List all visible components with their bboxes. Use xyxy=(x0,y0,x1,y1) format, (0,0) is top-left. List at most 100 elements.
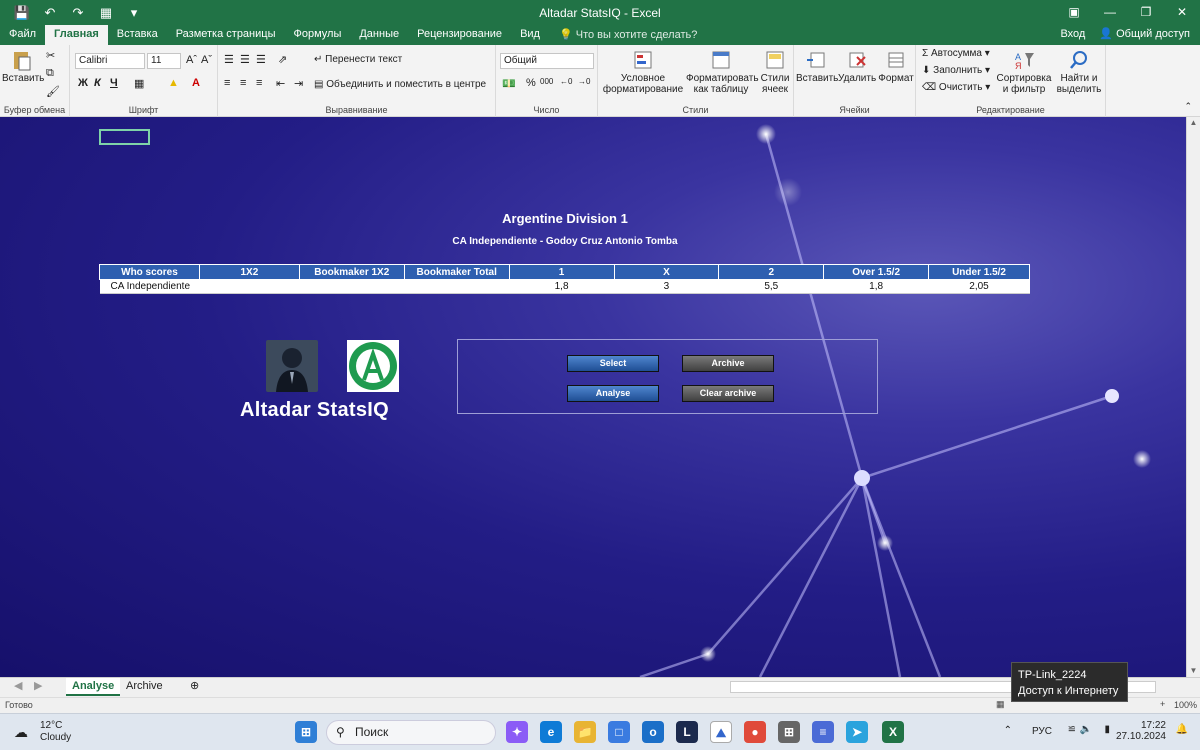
telegram-icon[interactable]: ➤ xyxy=(846,721,868,743)
header-who-scores[interactable]: Who scores xyxy=(99,264,200,280)
grow-font-icon[interactable]: Aˆ xyxy=(186,54,197,66)
cut-icon[interactable]: ✂ xyxy=(46,49,55,62)
number-format-select[interactable]: Общий xyxy=(500,53,594,69)
store-icon[interactable]: □ xyxy=(608,721,630,743)
excel-icon[interactable]: X xyxy=(882,721,904,743)
login-link[interactable]: Вход xyxy=(1060,25,1085,44)
borders-icon[interactable]: ▦ xyxy=(134,77,144,90)
customize-toolbar-icon[interactable]: ▾ xyxy=(122,5,146,21)
header-2[interactable]: 2 xyxy=(718,264,825,280)
sheet-tab-archive[interactable]: Archive xyxy=(120,678,169,696)
clear-button[interactable]: ⌫ Очистить ▾ xyxy=(922,82,990,93)
cell-under[interactable]: 2,05 xyxy=(928,279,1030,294)
collapse-ribbon-icon[interactable]: ⌃ xyxy=(1184,101,1192,112)
increase-indent-icon[interactable]: ⇥ xyxy=(294,77,303,90)
orientation-icon[interactable]: ⇗ xyxy=(278,53,287,66)
tab-formulas[interactable]: Формулы xyxy=(284,25,350,45)
align-center-icon[interactable]: ≡ xyxy=(240,77,246,89)
underline-button[interactable]: Ч xyxy=(110,77,118,89)
form-icon[interactable]: ▦ xyxy=(94,5,118,21)
header-under[interactable]: Under 1.5/2 xyxy=(928,264,1030,280)
show-hidden-icon[interactable]: ⌃ xyxy=(1004,725,1012,736)
tab-review[interactable]: Рецензирование xyxy=(408,25,511,45)
tab-view[interactable]: Вид xyxy=(511,25,549,45)
currency-icon[interactable]: 💵 xyxy=(502,77,516,90)
clear-archive-button[interactable]: Clear archive xyxy=(682,385,774,402)
align-left-icon[interactable]: ≡ xyxy=(224,77,230,89)
tab-file[interactable]: Файл xyxy=(0,25,45,45)
wrap-text-button[interactable]: ↵ Перенести текст xyxy=(314,54,402,65)
selected-cell[interactable] xyxy=(99,129,150,145)
fill-color-icon[interactable]: ▲ xyxy=(168,77,179,89)
tab-data[interactable]: Данные xyxy=(350,25,408,45)
file-explorer-icon[interactable]: 📁 xyxy=(574,721,596,743)
minimize-icon[interactable]: — xyxy=(1092,0,1128,25)
delete-cells-button[interactable]: Удалить xyxy=(838,49,876,84)
header-over[interactable]: Over 1.5/2 xyxy=(823,264,930,280)
header-bookmaker-1x2[interactable]: Bookmaker 1X2 xyxy=(298,264,405,280)
copy-icon[interactable]: ⧉ xyxy=(46,67,54,80)
calculator-icon[interactable]: ⊞ xyxy=(778,721,800,743)
paste-button[interactable]: Вставить xyxy=(2,49,44,84)
header-1[interactable]: 1 xyxy=(508,264,615,280)
notepad-icon[interactable]: ≡ xyxy=(812,721,834,743)
tab-scroll-left-icon[interactable]: ◀ xyxy=(8,678,28,696)
align-top-icon[interactable]: ☰ xyxy=(224,53,234,66)
archive-button[interactable]: Archive xyxy=(682,355,774,372)
analyse-button[interactable]: Analyse xyxy=(567,385,659,402)
wifi-icon[interactable]: ≌ xyxy=(1068,724,1076,735)
search-box[interactable]: ⚲ Поиск xyxy=(326,720,496,745)
outlook-icon[interactable]: o xyxy=(642,721,664,743)
zoom-in-icon[interactable]: + xyxy=(1160,699,1165,709)
fill-button[interactable]: ⬇ Заполнить ▾ xyxy=(922,65,990,76)
scroll-up-icon[interactable]: ▲ xyxy=(1187,117,1200,129)
copilot-icon[interactable]: ✦ xyxy=(506,721,528,743)
find-select-button[interactable]: Найти и выделить xyxy=(1054,49,1104,95)
normal-view-icon[interactable]: ▦ xyxy=(996,699,1005,710)
close-icon[interactable]: ✕ xyxy=(1164,0,1200,25)
thousands-icon[interactable]: 000 xyxy=(540,77,553,86)
redo-icon[interactable]: ↷ xyxy=(66,5,90,21)
restore-icon[interactable]: ❐ xyxy=(1128,0,1164,25)
sort-filter-button[interactable]: AЯ Сортировка и фильтр xyxy=(996,49,1052,95)
cell-bookmaker-total[interactable] xyxy=(404,279,510,294)
align-bottom-icon[interactable]: ☰ xyxy=(256,53,266,66)
clock[interactable]: 17:22 27.10.2024 xyxy=(1116,720,1166,742)
cell-who-scores[interactable]: CA Independiente xyxy=(99,279,200,294)
format-cells-button[interactable]: Формат xyxy=(878,49,914,84)
language-indicator[interactable]: РУС xyxy=(1032,726,1052,737)
add-sheet-icon[interactable]: ⊕ xyxy=(184,678,205,696)
share-button[interactable]: 👤 Общий доступ xyxy=(1099,25,1190,44)
volume-icon[interactable]: 🔈 xyxy=(1080,724,1092,735)
header-bookmaker-total[interactable]: Bookmaker Total xyxy=(403,264,510,280)
app-l-icon[interactable]: L xyxy=(676,721,698,743)
cell-1x2[interactable] xyxy=(199,279,300,294)
autosum-button[interactable]: Σ Автосумма ▾ xyxy=(922,48,990,59)
save-icon[interactable]: 💾 xyxy=(10,5,34,21)
undo-icon[interactable]: ↶ xyxy=(38,5,62,21)
insert-cells-button[interactable]: Вставить xyxy=(796,49,838,84)
photos-icon[interactable]: ⛰ xyxy=(710,721,732,743)
chrome-icon[interactable]: ● xyxy=(744,721,766,743)
notification-icon[interactable]: 🔔 xyxy=(1176,724,1188,735)
decrease-indent-icon[interactable]: ⇤ xyxy=(276,77,285,90)
battery-icon[interactable]: ▮ xyxy=(1104,724,1110,735)
cell-1[interactable]: 1,8 xyxy=(509,279,614,294)
sheet-tab-analyse[interactable]: Analyse xyxy=(66,678,121,696)
tab-insert[interactable]: Вставка xyxy=(108,25,167,45)
tell-me-box[interactable]: 💡 Что вы хотите сделать? xyxy=(549,26,697,45)
header-x[interactable]: X xyxy=(613,264,720,280)
cell-2[interactable]: 5,5 xyxy=(718,279,824,294)
worksheet-area[interactable]: Argentine Division 1 CA Independiente - … xyxy=(0,117,1186,677)
font-name-select[interactable]: Calibri xyxy=(75,53,145,69)
header-1x2[interactable]: 1X2 xyxy=(198,264,300,280)
percent-icon[interactable]: % xyxy=(526,77,536,89)
vertical-scrollbar[interactable]: ▲ ▼ xyxy=(1186,117,1200,677)
decrease-decimal-icon[interactable]: →0 xyxy=(578,77,590,86)
zoom-level[interactable]: 100% xyxy=(1174,700,1197,710)
increase-decimal-icon[interactable]: ←0 xyxy=(560,77,572,86)
select-button[interactable]: Select xyxy=(567,355,659,372)
format-as-table-button[interactable]: Форматировать как таблицу xyxy=(686,49,759,95)
align-middle-icon[interactable]: ☰ xyxy=(240,53,250,66)
tab-home[interactable]: Главная xyxy=(45,25,108,45)
